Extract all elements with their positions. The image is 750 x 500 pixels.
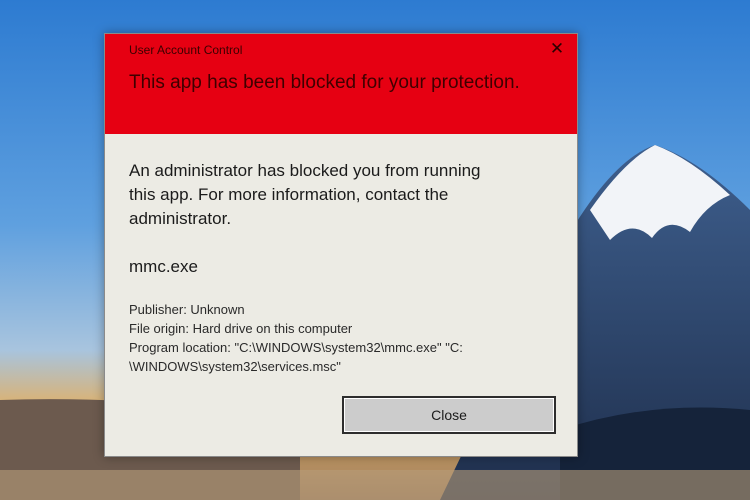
blocked-title: This app has been blocked for your prote…: [129, 72, 520, 93]
uac-dialog: User Account Control ✕ This app has been…: [104, 33, 578, 457]
blocked-message: An administrator has blocked you from ru…: [129, 161, 481, 228]
program-location-text: Program location: "C:\WINDOWS\system32\m…: [129, 340, 463, 355]
file-origin-text: File origin: Hard drive on this computer: [129, 321, 353, 336]
dialog-caption: User Account Control: [129, 43, 243, 57]
program-name: mmc.exe: [129, 257, 198, 276]
dialog-header: User Account Control ✕ This app has been…: [105, 34, 577, 134]
publisher-text: Publisher: Unknown: [129, 302, 245, 317]
program-location-continued-text: \WINDOWS\system32\services.msc": [129, 359, 341, 374]
close-icon[interactable]: ✕: [545, 38, 569, 60]
close-button[interactable]: Close: [342, 396, 556, 434]
program-details: Publisher: Unknown File origin: Hard dri…: [129, 300, 569, 376]
desktop-wallpaper: User Account Control ✕ This app has been…: [0, 0, 750, 500]
